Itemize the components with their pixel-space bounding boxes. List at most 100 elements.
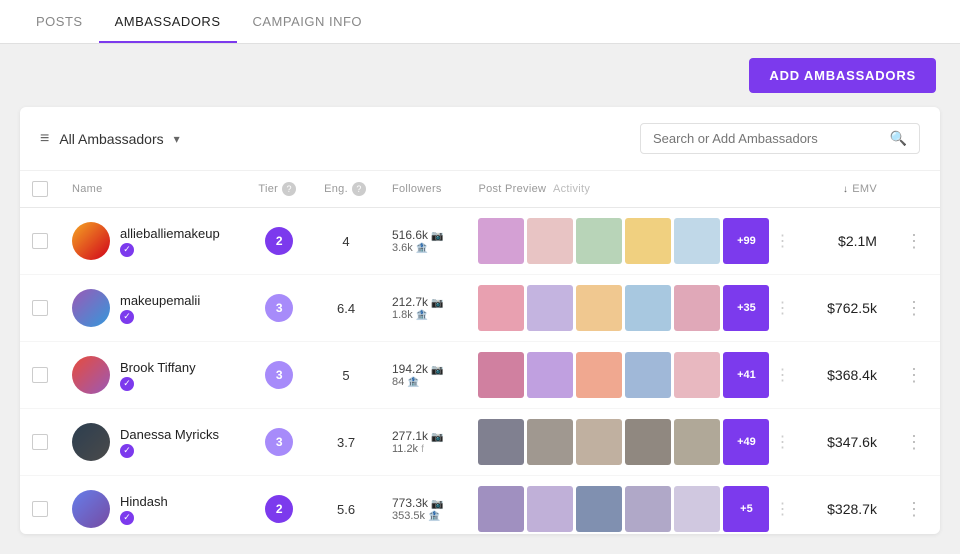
tier-badge: 2 (265, 227, 293, 255)
ambassador-name-cell: makeupemalii (60, 275, 246, 342)
ambassador-name: Brook Tiffany (120, 360, 196, 375)
row-options-dots[interactable]: ⋮ (774, 432, 790, 452)
emv-cell: $328.7k (802, 476, 889, 535)
tabs-bar: POSTS AMBASSADORS CAMPAIGN INFO (0, 0, 960, 44)
row-options-dots[interactable]: ⋮ (774, 499, 790, 519)
row-menu-button[interactable]: ⋮ (901, 227, 928, 255)
col-header-emv[interactable]: ↓ EMV (802, 171, 889, 208)
followers-main: 277.1k 📷 (392, 429, 454, 443)
tab-ambassadors[interactable]: AMBASSADORS (99, 2, 237, 43)
preview-thumb (478, 285, 524, 331)
tab-campaign-info[interactable]: CAMPAIGN INFO (237, 2, 379, 43)
tier-badge: 3 (265, 361, 293, 389)
ambassador-info: makeupemalii (120, 293, 200, 324)
engagement-cell: 5 (312, 342, 380, 409)
avatar (72, 356, 110, 394)
verified-badge (120, 310, 134, 324)
followers-sub: 1.8k 🏦 (392, 309, 454, 321)
emv-cell: $347.6k (802, 409, 889, 476)
preview-thumb (625, 419, 671, 465)
filter-dropdown[interactable]: ≡ All Ambassadors ▾ (40, 130, 180, 148)
verified-badge (120, 243, 134, 257)
row-menu-button[interactable]: ⋮ (901, 428, 928, 456)
row-checkbox[interactable] (32, 233, 48, 249)
add-ambassadors-button[interactable]: ADD AMBASSADORS (749, 58, 936, 93)
ambassador-name-cell: allieballiemakeup (60, 208, 246, 275)
filter-label: All Ambassadors (59, 131, 163, 147)
ambassador-info: Hindash (120, 494, 168, 525)
post-preview-more[interactable]: +5 (723, 486, 769, 532)
tier-badge: 3 (265, 294, 293, 322)
row-checkbox-cell (20, 342, 60, 409)
avatar (72, 490, 110, 528)
preview-thumb (674, 285, 720, 331)
table-container: Name Tier ? Eng. ? (20, 171, 940, 534)
table-row: Danessa Myricks 3 3.7 277.1k 📷 11.2k f +… (20, 409, 940, 476)
avatar (72, 423, 110, 461)
row-checkbox[interactable] (32, 434, 48, 450)
preview-thumb (625, 285, 671, 331)
ambassador-name: Hindash (120, 494, 168, 509)
followers-main: 194.2k 📷 (392, 362, 454, 376)
post-preview-more[interactable]: +49 (723, 419, 769, 465)
post-preview-more[interactable]: +35 (723, 285, 769, 331)
row-checkbox[interactable] (32, 501, 48, 517)
preview-thumb (478, 486, 524, 532)
followers-cell: 277.1k 📷 11.2k f (380, 409, 466, 476)
tier-cell: 2 (246, 208, 312, 275)
row-menu-cell: ⋮ (889, 409, 940, 476)
post-preview-more[interactable]: +99 (723, 218, 769, 264)
engagement-cell: 5.6 (312, 476, 380, 535)
search-icon: 🔍 (890, 130, 907, 147)
main-content: ≡ All Ambassadors ▾ 🔍 (20, 107, 940, 534)
search-input[interactable] (653, 131, 890, 146)
col-header-tier: Tier ? (246, 171, 312, 208)
eng-info-icon[interactable]: ? (352, 182, 366, 196)
followers-sub: 11.2k f (392, 443, 454, 455)
preview-thumb (576, 486, 622, 532)
tier-cell: 3 (246, 342, 312, 409)
row-checkbox-cell (20, 275, 60, 342)
ambassador-name: makeupemalii (120, 293, 200, 308)
row-menu-cell: ⋮ (889, 342, 940, 409)
search-bar[interactable]: 🔍 (640, 123, 920, 154)
emv-cell: $762.5k (802, 275, 889, 342)
filter-search-bar: ≡ All Ambassadors ▾ 🔍 (20, 107, 940, 171)
preview-thumb (478, 352, 524, 398)
ambassador-info: allieballiemakeup (120, 226, 220, 257)
followers-main: 516.6k 📷 (392, 228, 454, 242)
row-options-dots[interactable]: ⋮ (774, 231, 790, 251)
post-preview-cell: +99 ⋮ (466, 208, 802, 275)
filter-icon: ≡ (40, 130, 49, 148)
tier-badge: 2 (265, 495, 293, 523)
ambassador-info: Danessa Myricks (120, 427, 219, 458)
col-header-eng: Eng. ? (312, 171, 380, 208)
row-checkbox[interactable] (32, 300, 48, 316)
row-menu-button[interactable]: ⋮ (901, 294, 928, 322)
select-all-checkbox[interactable] (32, 181, 48, 197)
tier-badge: 3 (265, 428, 293, 456)
row-checkbox-cell (20, 208, 60, 275)
preview-thumb (625, 218, 671, 264)
table-row: Brook Tiffany 3 5 194.2k 📷 84 🏦 +41 ⋮ $3… (20, 342, 940, 409)
verified-badge (120, 377, 134, 391)
emv-value: $2.1M (838, 233, 877, 249)
row-options-dots[interactable]: ⋮ (774, 298, 790, 318)
row-options-dots[interactable]: ⋮ (774, 365, 790, 385)
preview-thumb (576, 218, 622, 264)
ambassador-name: allieballiemakeup (120, 226, 220, 241)
verified-badge (120, 511, 134, 525)
engagement-cell: 4 (312, 208, 380, 275)
emv-cell: $368.4k (802, 342, 889, 409)
col-header-check (20, 171, 60, 208)
row-menu-button[interactable]: ⋮ (901, 495, 928, 523)
post-preview-more[interactable]: +41 (723, 352, 769, 398)
ambassador-name-cell: Hindash (60, 476, 246, 535)
engagement-cell: 6.4 (312, 275, 380, 342)
tier-info-icon[interactable]: ? (282, 182, 296, 196)
row-checkbox[interactable] (32, 367, 48, 383)
table-row: allieballiemakeup 2 4 516.6k 📷 3.6k 🏦 +9… (20, 208, 940, 275)
preview-thumb (576, 352, 622, 398)
tab-posts[interactable]: POSTS (20, 2, 99, 43)
row-menu-button[interactable]: ⋮ (901, 361, 928, 389)
